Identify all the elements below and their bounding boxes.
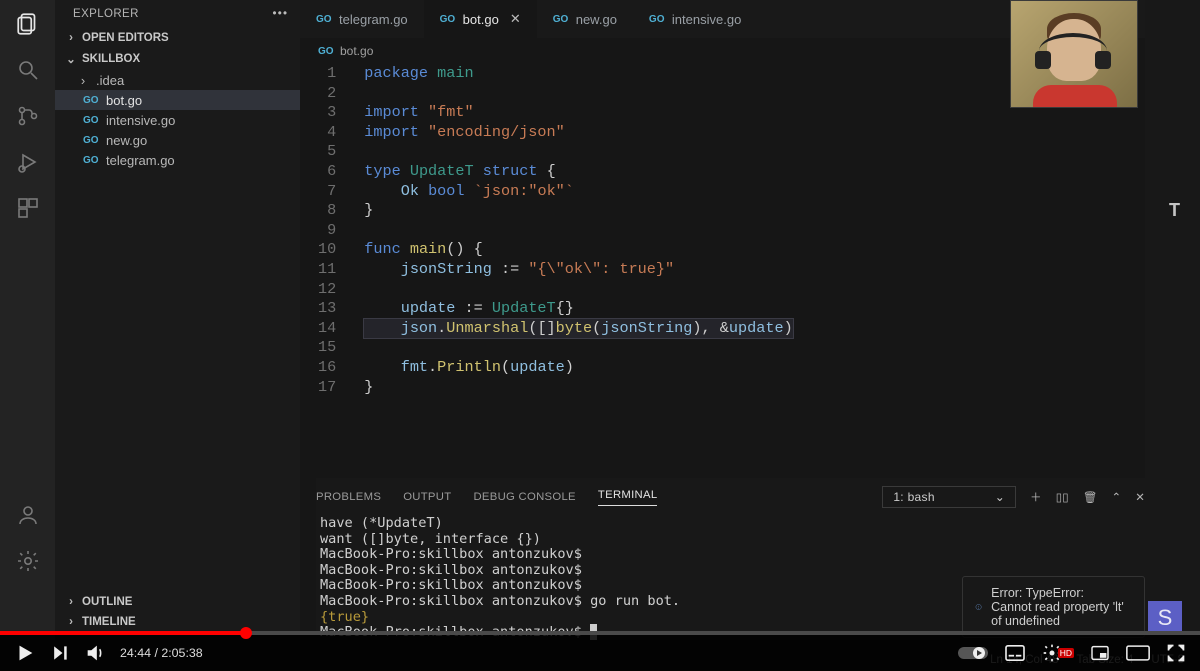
tab-new[interactable]: GOnew.go xyxy=(537,0,633,38)
panel-tab-problems[interactable]: PROBLEMS xyxy=(316,491,381,503)
open-editors-section[interactable]: ›OPEN EDITORS xyxy=(55,28,300,48)
extension-badge[interactable]: S xyxy=(1148,601,1182,635)
search-icon[interactable] xyxy=(14,56,42,84)
timeline-section[interactable]: ›TIMELINE xyxy=(55,612,300,632)
go-file-icon: GO xyxy=(83,95,99,106)
play-button[interactable] xyxy=(14,642,36,664)
go-file-icon: GO xyxy=(440,14,456,25)
explorer-sidebar: EXPLORER ›OPEN EDITORS ⌄SKILLBOX ›.idea … xyxy=(55,0,300,640)
file-intensive-go[interactable]: GOintensive.go xyxy=(55,110,300,130)
autoplay-toggle[interactable] xyxy=(958,645,988,661)
extensions-icon[interactable] xyxy=(14,194,42,222)
settings-gear-icon[interactable] xyxy=(14,547,42,575)
terminal-shell-select[interactable]: 1: bash⌄ xyxy=(882,486,1016,508)
panel-close-icon[interactable]: ✕ xyxy=(1135,491,1145,504)
file-new-go[interactable]: GOnew.go xyxy=(55,130,300,150)
panel-tab-debug[interactable]: DEBUG CONSOLE xyxy=(473,491,575,503)
split-terminal-icon[interactable]: ▯▯ xyxy=(1056,491,1069,504)
more-icon[interactable] xyxy=(273,8,286,20)
subtitles-button[interactable] xyxy=(1004,644,1026,662)
tab-telegram[interactable]: GOtelegram.go xyxy=(300,0,424,38)
tab-intensive[interactable]: GOintensive.go xyxy=(633,0,757,38)
trash-icon[interactable]: 🗑 xyxy=(1083,491,1098,504)
source-control-icon[interactable] xyxy=(14,102,42,130)
minimap-mark: T xyxy=(1169,200,1180,221)
video-time: 24:44 / 2:05:38 xyxy=(120,646,203,660)
presenter-webcam xyxy=(1010,0,1138,108)
go-file-icon: GO xyxy=(649,14,665,25)
next-button[interactable] xyxy=(50,643,70,663)
new-terminal-icon[interactable]: ＋ xyxy=(1030,489,1042,505)
code-editor[interactable]: package main import "fmt" import "encodi… xyxy=(364,64,792,397)
go-file-icon: GO xyxy=(553,14,569,25)
miniplayer-button[interactable] xyxy=(1090,645,1110,661)
bottom-panel: PROBLEMS OUTPUT DEBUG CONSOLE TERMINAL 1… xyxy=(316,478,1145,648)
tab-bot[interactable]: GObot.go✕ xyxy=(424,0,537,38)
file-telegram-go[interactable]: GOtelegram.go xyxy=(55,150,300,170)
volume-button[interactable] xyxy=(84,642,106,664)
go-file-icon: GO xyxy=(318,46,334,57)
video-player-controls: 24:44 / 2:05:38 HD xyxy=(0,634,1200,671)
panel-tab-terminal[interactable]: TERMINAL xyxy=(598,489,658,506)
folder-idea[interactable]: ›.idea xyxy=(55,70,300,90)
error-toast[interactable]: Error: TypeError: Cannot read property '… xyxy=(962,576,1145,638)
go-file-icon: GO xyxy=(316,14,332,25)
go-file-icon: GO xyxy=(83,155,99,166)
run-debug-icon[interactable] xyxy=(14,148,42,176)
theater-button[interactable] xyxy=(1126,645,1150,661)
chevron-up-icon[interactable]: ⌃ xyxy=(1111,491,1121,504)
explorer-title: EXPLORER xyxy=(73,8,139,20)
video-progress[interactable] xyxy=(0,631,1200,635)
explorer-icon[interactable] xyxy=(14,10,42,38)
go-file-icon: GO xyxy=(83,115,99,126)
fullscreen-button[interactable] xyxy=(1166,643,1186,663)
close-icon[interactable]: ✕ xyxy=(510,11,521,27)
line-gutter: 1234567891011121314151617 xyxy=(312,64,364,397)
project-section[interactable]: ⌄SKILLBOX xyxy=(55,48,300,70)
chevron-down-icon: ⌄ xyxy=(995,490,1005,504)
file-bot-go[interactable]: GObot.go xyxy=(55,90,300,110)
go-file-icon: GO xyxy=(83,135,99,146)
panel-tab-output[interactable]: OUTPUT xyxy=(403,491,451,503)
account-icon[interactable] xyxy=(14,501,42,529)
settings-button[interactable]: HD xyxy=(1042,643,1074,663)
activity-bar xyxy=(0,0,55,640)
outline-section[interactable]: ›OUTLINE xyxy=(55,592,300,612)
